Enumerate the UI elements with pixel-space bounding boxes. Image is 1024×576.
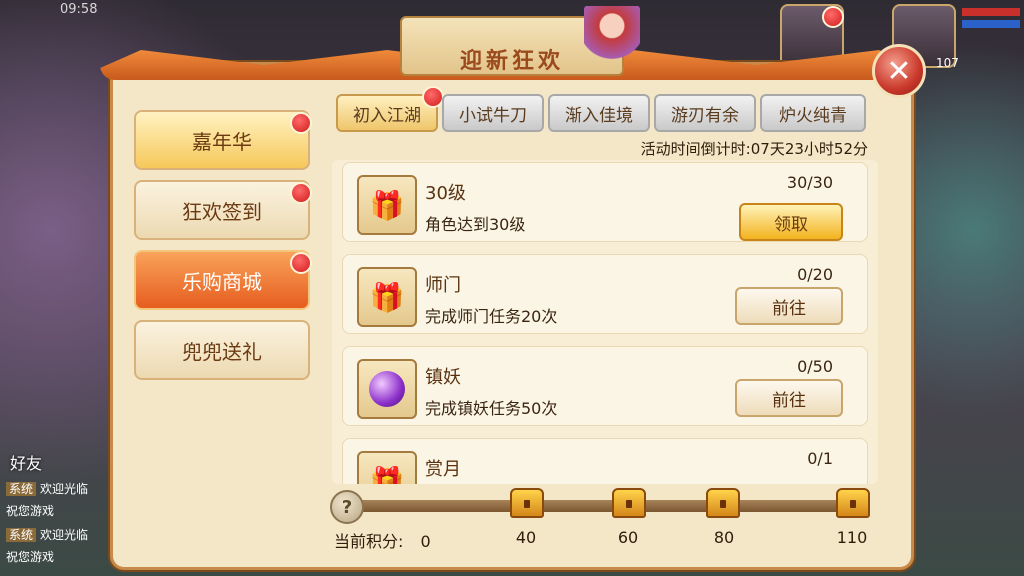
tab-label: 游刃有余 (671, 105, 739, 126)
sidebar-notify-dot (290, 252, 312, 274)
task-row: 🎁 师门 完成师门任务20次 0/20 前往 (342, 254, 868, 334)
tab-label: 小试牛刀 (459, 105, 527, 126)
milestone-label: 110 (836, 528, 868, 547)
task-row: 🎁 30级 角色达到30级 30/30 领取 (342, 162, 868, 242)
tab-notify-dot (422, 86, 444, 108)
sidebar-item-gift[interactable]: 兜兜送礼 (134, 320, 310, 380)
hp-bar (962, 8, 1020, 16)
goto-button[interactable]: 前往 (735, 287, 843, 325)
treasure-chest-icon[interactable] (612, 488, 646, 518)
task-desc: 完成师门任务20次 (425, 307, 558, 326)
claim-button[interactable]: 领取 (739, 203, 843, 241)
task-list[interactable]: 🎁 30级 角色达到30级 30/30 领取 🎁 师门 完成师门任务20次 0/… (332, 160, 878, 484)
gift-bag-icon: 🎁 (357, 451, 417, 484)
milestone-label: 80 (713, 528, 735, 547)
chat-line: 系统 欢迎光临 (6, 526, 88, 543)
tab-skilled[interactable]: 游刃有余 (654, 94, 756, 132)
milestone-label: 60 (617, 528, 639, 547)
treasure-chest-icon[interactable] (706, 488, 740, 518)
chat-text: 祝您游戏 (6, 550, 55, 564)
task-name: 镇妖 (425, 367, 461, 388)
player-level: 107 (936, 56, 959, 70)
sidebar-item-label: 狂欢签到 (182, 199, 262, 224)
sidebar-item-mall[interactable]: 乐购商城 (134, 250, 310, 310)
task-name: 30级 (425, 183, 466, 204)
chat-tag: 系统 (6, 482, 37, 496)
tab-label: 初入江湖 (353, 105, 421, 126)
task-name: 师门 (425, 275, 461, 296)
chat-line: 系统 欢迎光临 (6, 480, 88, 497)
sidebar-item-checkin[interactable]: 狂欢签到 (134, 180, 310, 240)
chat-panel[interactable]: 好友 系统 欢迎光临 祝您游戏 系统 欢迎光临 祝您游戏 (0, 440, 120, 576)
exp-orb-icon (357, 359, 417, 419)
sidebar-item-label: 嘉年华 (192, 129, 252, 154)
task-row: 镇妖 完成镇妖任务50次 0/50 前往 (342, 346, 868, 426)
task-progress: 0/50 (797, 357, 833, 376)
sidebar-item-label: 兜兜送礼 (182, 339, 262, 364)
gift-bag-icon: 🎁 (357, 175, 417, 235)
task-row: 🎁 赏月 0/1 (342, 438, 868, 484)
milestone-label: 40 (515, 528, 537, 547)
task-name: 赏月 (425, 459, 461, 480)
task-progress: 0/20 (797, 265, 833, 284)
mp-bar (962, 20, 1020, 28)
sidebar-notify-dot (290, 182, 312, 204)
treasure-chest-icon[interactable] (510, 488, 544, 518)
close-button[interactable]: ✕ (872, 44, 926, 98)
gift-bag-icon: 🎁 (357, 267, 417, 327)
task-progress: 30/30 (786, 173, 833, 192)
panel-title: 迎新狂欢 (459, 49, 564, 74)
sidebar-item-label: 乐购商城 (182, 269, 262, 294)
tab-master[interactable]: 炉火纯青 (760, 94, 866, 132)
sidebar-notify-dot (290, 112, 312, 134)
friend-label[interactable]: 好友 (10, 450, 42, 474)
task-progress: 0/1 (807, 449, 833, 468)
tab-label: 炉火纯青 (779, 105, 847, 126)
score-caption: 当前积分: (334, 532, 404, 551)
status-time: 09:58 (60, 2, 98, 17)
goto-button[interactable]: 前往 (735, 379, 843, 417)
pet-notify-dot (822, 6, 844, 28)
help-icon[interactable]: ? (330, 490, 364, 524)
chat-text: 欢迎光临 (40, 528, 89, 542)
task-desc: 角色达到30级 (425, 215, 526, 234)
tab-progress[interactable]: 渐入佳境 (548, 94, 650, 132)
chat-tag: 系统 (6, 528, 37, 542)
sidebar-item-carnival[interactable]: 嘉年华 (134, 110, 310, 170)
tab-label: 渐入佳境 (565, 105, 633, 126)
task-desc: 完成镇妖任务50次 (425, 399, 558, 418)
chat-line: 祝您游戏 (6, 548, 54, 565)
tab-novice[interactable]: 小试牛刀 (442, 94, 544, 132)
score-progress-bar (356, 500, 856, 512)
score-value: 0 (420, 532, 431, 551)
mascot-icon (584, 6, 640, 72)
chat-line: 祝您游戏 (6, 502, 54, 519)
chat-text: 祝您游戏 (6, 504, 55, 518)
treasure-chest-icon[interactable] (836, 488, 870, 518)
event-countdown: 活动时间倒计时:07天23小时52分 (640, 140, 868, 158)
chat-text: 欢迎光临 (40, 482, 89, 496)
score-label: 当前积分: 0 (334, 528, 431, 552)
